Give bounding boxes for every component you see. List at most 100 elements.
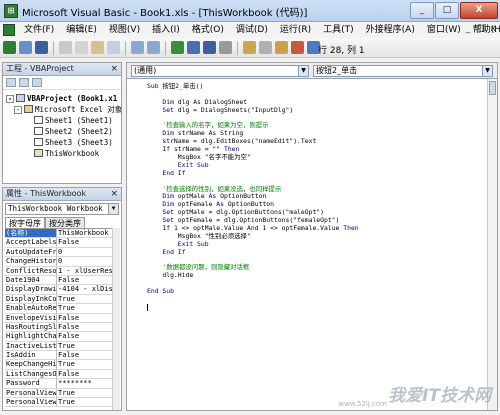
property-row[interactable]: InactiveListB True — [5, 341, 113, 352]
menu-window[interactable]: 窗口(W) — [421, 24, 467, 36]
run-icon[interactable] — [171, 41, 184, 54]
property-row[interactable]: (名称) ThisWorkbook — [5, 229, 113, 239]
property-row[interactable]: HasRoutingSli False — [5, 322, 113, 333]
collapse-icon[interactable]: - — [14, 106, 22, 114]
property-value[interactable]: True — [57, 342, 113, 350]
property-row[interactable]: Password ******** — [5, 379, 113, 389]
code-line: Exit Sub — [177, 239, 209, 248]
property-value[interactable]: False — [57, 332, 113, 340]
property-row[interactable]: AutoUpdateFre 0 — [5, 247, 113, 258]
collapse-icon[interactable]: - — [6, 95, 14, 103]
properties-icon[interactable] — [259, 41, 272, 54]
minimize-button[interactable]: _ — [410, 2, 434, 19]
property-value[interactable]: True — [57, 389, 113, 397]
property-row[interactable]: HighlightChan False — [5, 332, 113, 342]
property-row[interactable]: ConflictResol 1 - xlUserRes — [5, 266, 113, 276]
cut-icon[interactable] — [59, 41, 72, 54]
property-value[interactable]: False — [57, 370, 113, 378]
menu-format[interactable]: 格式(O) — [186, 24, 230, 36]
property-value[interactable]: ThisWorkbook — [57, 229, 113, 237]
tree-node-thisworkbook[interactable]: ThisWorkbook — [3, 148, 121, 159]
code-editor[interactable]: Sub 按钮2_单击() Dim dlg As DialogSheet Set … — [127, 79, 487, 410]
close-icon[interactable]: × — [110, 188, 118, 200]
menu-view[interactable]: 视图(V) — [103, 24, 146, 36]
property-value[interactable]: False — [57, 314, 113, 322]
paste-icon[interactable] — [91, 41, 104, 54]
reset-icon[interactable] — [203, 41, 216, 54]
project-panel-title: 工程 - VBAProject × — [3, 63, 121, 76]
menu-insert[interactable]: 插入(I) — [146, 24, 186, 36]
object-browser-icon[interactable] — [275, 41, 288, 54]
property-value[interactable]: ******** — [57, 379, 113, 387]
find-icon[interactable] — [107, 41, 120, 54]
property-row[interactable]: DisplayDrawin -4104 - xlDis — [5, 285, 113, 295]
save-icon[interactable] — [35, 41, 48, 54]
redo-icon[interactable] — [147, 41, 160, 54]
tree-node-excel-objects[interactable]: - Microsoft Excel 对象 — [3, 104, 122, 115]
toolbox-icon[interactable] — [291, 41, 304, 54]
menu-debug[interactable]: 调试(D) — [230, 24, 274, 36]
property-value[interactable]: True — [57, 360, 113, 368]
property-value[interactable]: False — [57, 351, 113, 359]
property-value[interactable]: True — [57, 295, 113, 303]
menu-run[interactable]: 运行(R) — [274, 24, 317, 36]
property-value[interactable]: False — [57, 238, 113, 246]
mdi-minimize-button[interactable]: _ — [466, 24, 471, 34]
property-value[interactable]: True — [57, 304, 113, 312]
tree-node-vbaproject[interactable]: - VBAProject (Book1.x1 — [3, 93, 121, 104]
tree-node-sheet1[interactable]: Sheet1 (Sheet1) — [3, 115, 121, 126]
menu-file[interactable]: 文件(F) — [18, 24, 60, 36]
mdi-close-button[interactable]: x — [491, 24, 496, 34]
close-icon[interactable]: × — [110, 63, 118, 75]
code-line: Exit Sub — [177, 160, 209, 169]
property-scrollbar[interactable] — [112, 228, 120, 410]
property-name: PersonalViewP — [6, 398, 57, 407]
excel-icon[interactable] — [3, 41, 16, 54]
object-combo[interactable]: (通用) ▼ — [131, 65, 309, 77]
property-value[interactable]: 1 - xlUserRes — [57, 267, 113, 275]
property-value[interactable]: -4104 - xlDis — [57, 285, 113, 293]
property-row[interactable]: PersonalViewP True — [5, 398, 113, 408]
property-row[interactable]: KeepChangeHis True — [5, 360, 113, 370]
tree-node-sheet3[interactable]: Sheet3 (Sheet3) — [3, 137, 121, 148]
property-row[interactable]: ListChangesOn False — [5, 369, 113, 380]
property-value[interactable]: 0 — [57, 248, 113, 256]
property-row[interactable]: EnvelopeVisib False — [5, 313, 113, 323]
menu-edit[interactable]: 编辑(E) — [60, 24, 103, 36]
project-explorer-icon[interactable] — [243, 41, 256, 54]
toggle-folders-icon[interactable] — [32, 78, 42, 87]
tree-node-sheet2[interactable]: Sheet2 (Sheet2) — [3, 126, 121, 137]
folder-icon — [24, 105, 33, 113]
mdi-restore-button[interactable]: □ — [476, 24, 485, 34]
code-scrollbar[interactable] — [487, 79, 497, 410]
procedure-combo[interactable]: 按钮2_单击 ▼ — [313, 65, 493, 77]
code-window-icon[interactable] — [3, 24, 15, 36]
insert-module-icon[interactable] — [19, 41, 32, 54]
property-row[interactable]: EnableAutoRec True — [5, 304, 113, 314]
design-mode-icon[interactable] — [219, 41, 232, 54]
property-row[interactable]: ChangeHistoryD0 — [5, 257, 113, 267]
object-select[interactable]: ThisWorkbook Workbook ▼ — [5, 203, 119, 215]
property-row[interactable]: IsAddin False — [5, 351, 113, 361]
close-button[interactable]: X — [460, 2, 498, 19]
chevron-down-icon[interactable]: ▼ — [108, 204, 118, 214]
break-icon[interactable] — [187, 41, 200, 54]
property-row[interactable]: PersonalViewL True — [5, 388, 113, 399]
property-value[interactable]: True — [57, 398, 113, 406]
menu-tools[interactable]: 工具(T) — [317, 24, 360, 36]
chevron-down-icon[interactable]: ▼ — [482, 66, 492, 76]
menu-addins[interactable]: 外接程序(A) — [360, 24, 421, 36]
copy-icon[interactable] — [75, 41, 88, 54]
scrollbar-thumb[interactable] — [489, 81, 496, 95]
property-row[interactable]: DisplayInkCom True — [5, 294, 113, 305]
undo-icon[interactable] — [131, 41, 144, 54]
property-row[interactable]: Date1904 False — [5, 275, 113, 286]
view-code-icon[interactable] — [6, 78, 16, 87]
chevron-down-icon[interactable]: ▼ — [298, 66, 308, 76]
property-value[interactable]: False — [57, 276, 113, 284]
property-value[interactable]: 0 — [57, 257, 113, 265]
maximize-button[interactable]: □ — [435, 2, 459, 19]
property-row[interactable]: AcceptLabelsInFalse — [5, 238, 113, 248]
property-value[interactable]: False — [57, 323, 113, 331]
view-object-icon[interactable] — [19, 78, 29, 87]
